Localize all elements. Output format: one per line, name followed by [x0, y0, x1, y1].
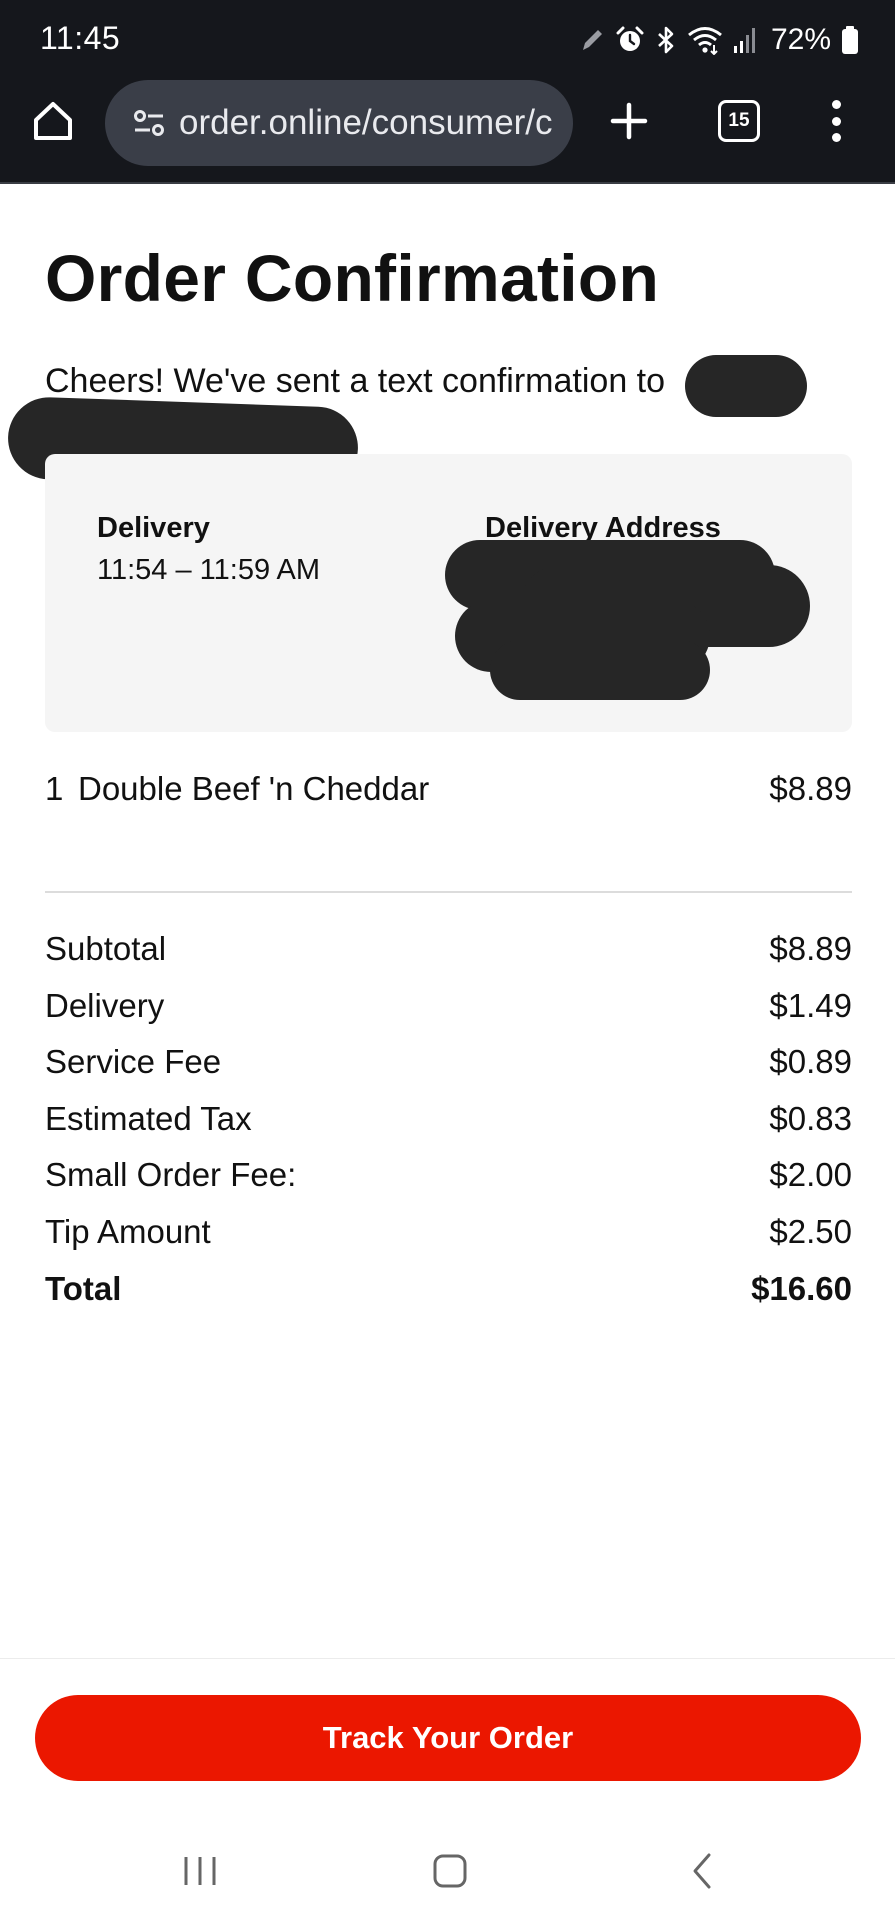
subtotal-row: Subtotal $8.89: [45, 930, 852, 987]
page-title: Order Confirmation: [45, 241, 660, 315]
status-time: 11:45: [40, 20, 121, 56]
battery-percent: 72%: [770, 23, 831, 56]
service-fee-value: $0.89: [769, 1043, 852, 1081]
small-order-fee-value: $2.00: [769, 1156, 852, 1194]
redacted-address: [490, 640, 710, 700]
url-text: order.online/consumer/c: [179, 103, 553, 142]
divider: [45, 891, 852, 893]
small-order-fee-label: Small Order Fee:: [45, 1156, 297, 1194]
tax-value: $0.83: [769, 1099, 852, 1137]
more-menu-icon[interactable]: [826, 96, 846, 146]
bluetooth-icon: [655, 25, 677, 55]
battery-icon: [841, 25, 859, 55]
system-nav-bar: [0, 1818, 895, 1920]
subtotal-value: $8.89: [769, 930, 852, 967]
tab-switcher-icon[interactable]: 15: [718, 100, 760, 142]
bottom-action-bar: Track Your Order: [0, 1658, 895, 1818]
wifi-icon: [687, 25, 723, 55]
subtotal-label: Subtotal: [45, 930, 167, 967]
total-row: Total $16.60: [45, 1270, 852, 1327]
recent-apps-icon[interactable]: [170, 1846, 230, 1896]
signal-icon: [733, 26, 759, 54]
delivery-window: 11:54 – 11:59 AM: [97, 554, 321, 586]
item-quantity: 1: [45, 770, 64, 807]
alarm-icon: [615, 25, 645, 55]
browser-toolbar: order.online/consumer/c 15: [0, 78, 895, 184]
back-icon[interactable]: [672, 1846, 732, 1896]
home-nav-icon[interactable]: [420, 1846, 480, 1896]
order-item-row: 1 Double Beef 'n Cheddar $8.89: [45, 770, 852, 814]
tax-row: Estimated Tax $0.83: [45, 1100, 852, 1157]
confirmation-message: Cheers! We've sent a text confirmation t…: [45, 362, 666, 400]
home-icon[interactable]: [30, 98, 76, 144]
track-order-button[interactable]: Track Your Order: [35, 1695, 861, 1781]
delivery-fee-value: $1.49: [769, 986, 852, 1024]
tip-label: Tip Amount: [45, 1212, 211, 1250]
price-summary: Subtotal $8.89 Delivery $1.49 Service Fe…: [45, 930, 852, 1326]
item-price: $8.89: [769, 770, 852, 807]
tip-row: Tip Amount $2.50: [45, 1213, 852, 1270]
item-name: Double Beef 'n Cheddar: [78, 770, 430, 807]
delivery-fee-row: Delivery $1.49: [45, 987, 852, 1044]
site-settings-icon[interactable]: [133, 108, 165, 138]
pen-icon: [579, 26, 605, 54]
status-icons: 72%: [579, 22, 859, 58]
service-fee-label: Service Fee: [45, 1043, 222, 1081]
url-bar[interactable]: order.online/consumer/c: [105, 80, 573, 166]
delivery-fee-label: Delivery: [45, 986, 165, 1024]
service-fee-row: Service Fee $0.89: [45, 1043, 852, 1100]
delivery-label: Delivery: [97, 512, 210, 544]
total-value: $16.60: [751, 1269, 852, 1307]
small-order-fee-row: Small Order Fee: $2.00: [45, 1156, 852, 1213]
tab-count: 15: [728, 110, 750, 131]
total-label: Total: [45, 1269, 122, 1307]
redacted-phone: [685, 355, 807, 417]
tax-label: Estimated Tax: [45, 1099, 252, 1137]
new-tab-plus-icon[interactable]: [606, 98, 652, 144]
tip-value: $2.50: [769, 1212, 852, 1250]
status-bar: 11:45 72%: [0, 0, 895, 78]
